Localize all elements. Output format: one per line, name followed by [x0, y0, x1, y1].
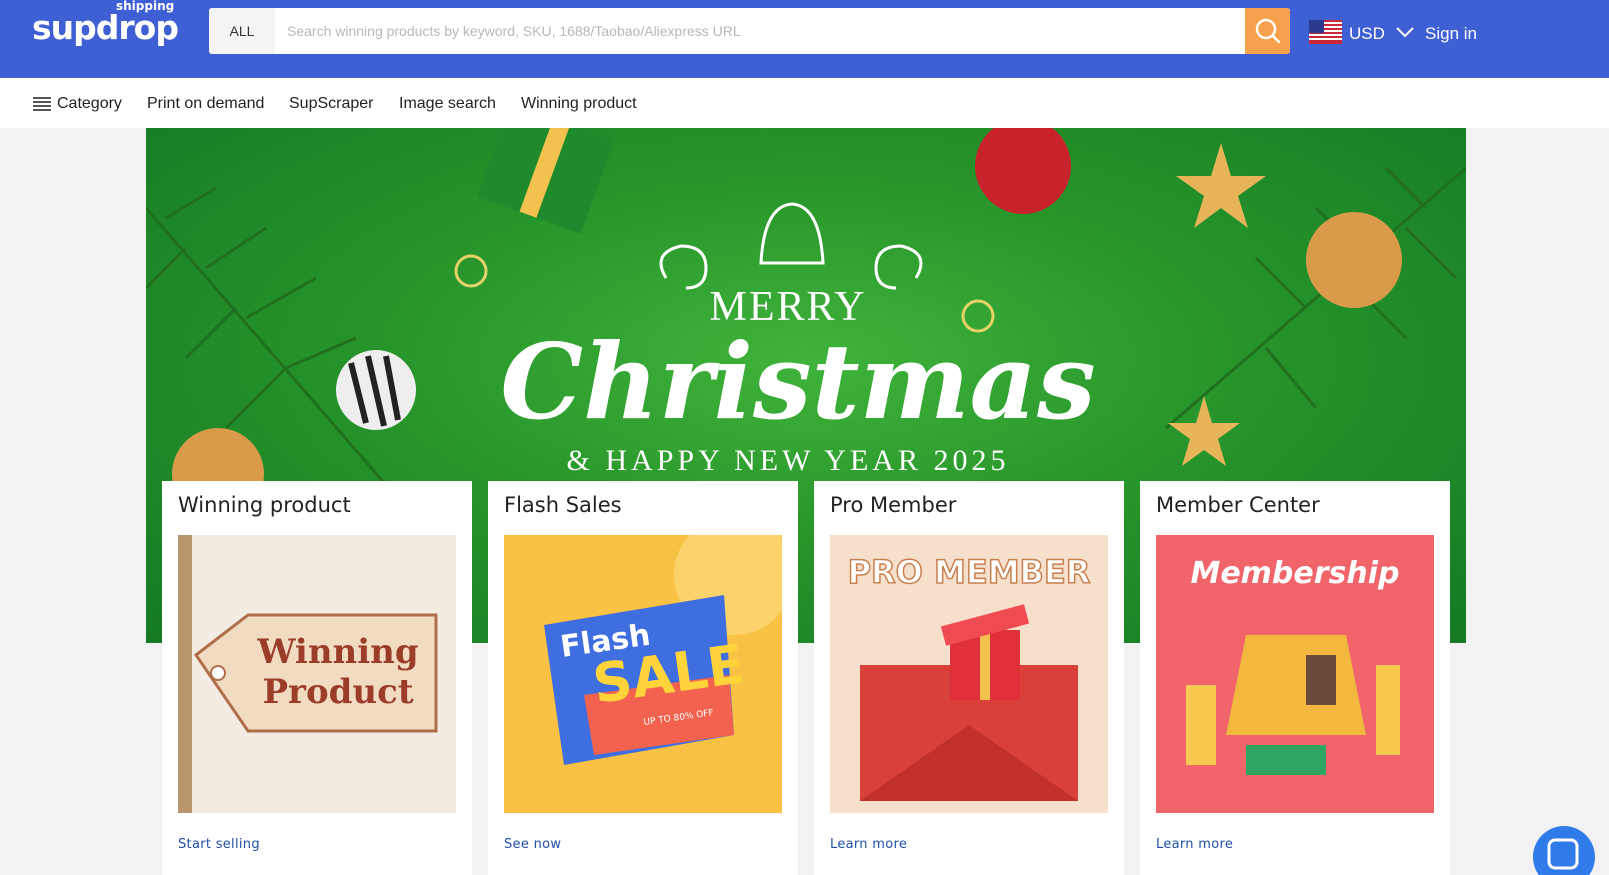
card-image-winning-product[interactable]: Winning Product	[178, 535, 456, 813]
chat-bubble-icon	[1547, 838, 1579, 870]
currency-selector[interactable]: USD	[1349, 24, 1385, 44]
category-nav: Category Print on demand SupScraper Imag…	[0, 78, 1609, 128]
card-title: Flash Sales	[504, 493, 622, 517]
small-ornament-graphic	[454, 254, 488, 288]
card-winning-product: Winning product Winning Product Start se…	[162, 481, 472, 875]
pro-member-text: PRO MEMBER	[848, 553, 1091, 591]
tag-line1-text: Winning	[256, 632, 418, 672]
scroll-left-graphic	[659, 244, 708, 290]
search-icon	[1255, 18, 1280, 44]
isometric-building-graphic	[1226, 635, 1366, 735]
banner-new-year-text: & HAPPY NEW YEAR 2025	[567, 444, 1010, 477]
chevron-down-icon[interactable]	[1395, 24, 1415, 40]
card-title: Winning product	[178, 493, 351, 517]
card-title: Member Center	[1156, 493, 1320, 517]
logo-subtext: shipping	[116, 0, 175, 13]
bell-graphic	[759, 202, 825, 265]
chat-button[interactable]	[1533, 826, 1595, 875]
card-image-flash-sales[interactable]: Flash SALE UP TO 80% OFF	[504, 535, 782, 813]
see-now-link[interactable]: See now	[504, 837, 561, 852]
nav-print-on-demand[interactable]: Print on demand	[147, 95, 264, 113]
banner-christmas-text: Christmas	[500, 320, 1095, 443]
nav-image-search[interactable]: Image search	[399, 95, 496, 113]
scroll-right-graphic	[874, 244, 923, 290]
site-logo[interactable]: supdrop shipping	[32, 0, 192, 50]
menu-icon[interactable]	[33, 97, 51, 111]
start-selling-link[interactable]: Start selling	[178, 837, 260, 852]
nav-category[interactable]: Category	[57, 95, 122, 113]
tag-line2-text: Product	[262, 672, 413, 712]
card-title: Pro Member	[830, 493, 957, 517]
membership-text: Membership	[1190, 556, 1399, 591]
gold-star-right-graphic	[1168, 396, 1240, 466]
search-input[interactable]	[287, 8, 1187, 54]
nav-supscraper[interactable]: SupScraper	[289, 95, 374, 113]
card-image-membership[interactable]: Membership	[1156, 535, 1434, 813]
ornament-gold-graphic	[1306, 212, 1402, 308]
search-category-select[interactable]: ALL	[209, 8, 275, 54]
search-bar: ALL	[209, 8, 1290, 54]
sign-in-link[interactable]: Sign in	[1425, 24, 1477, 44]
gold-star-graphic	[1176, 143, 1266, 228]
us-flag-icon[interactable]	[1309, 20, 1342, 44]
card-image-pro-member[interactable]: PRO MEMBER	[830, 535, 1108, 813]
card-member-center: Member Center Membership Learn more	[1140, 481, 1450, 875]
logo-text: supdrop	[32, 8, 179, 47]
top-header: supdrop shipping ALL USD Sign in	[0, 0, 1609, 78]
card-flash-sales: Flash Sales Flash SALE UP TO 80% OFF See…	[488, 481, 798, 875]
card-pro-member: Pro Member PRO MEMBER Learn more	[814, 481, 1124, 875]
learn-more-link-member[interactable]: Learn more	[1156, 837, 1233, 852]
learn-more-link-pro[interactable]: Learn more	[830, 837, 907, 852]
ornament-red-graphic	[975, 128, 1071, 214]
search-button[interactable]	[1245, 8, 1290, 54]
nav-winning-product[interactable]: Winning product	[521, 95, 637, 113]
